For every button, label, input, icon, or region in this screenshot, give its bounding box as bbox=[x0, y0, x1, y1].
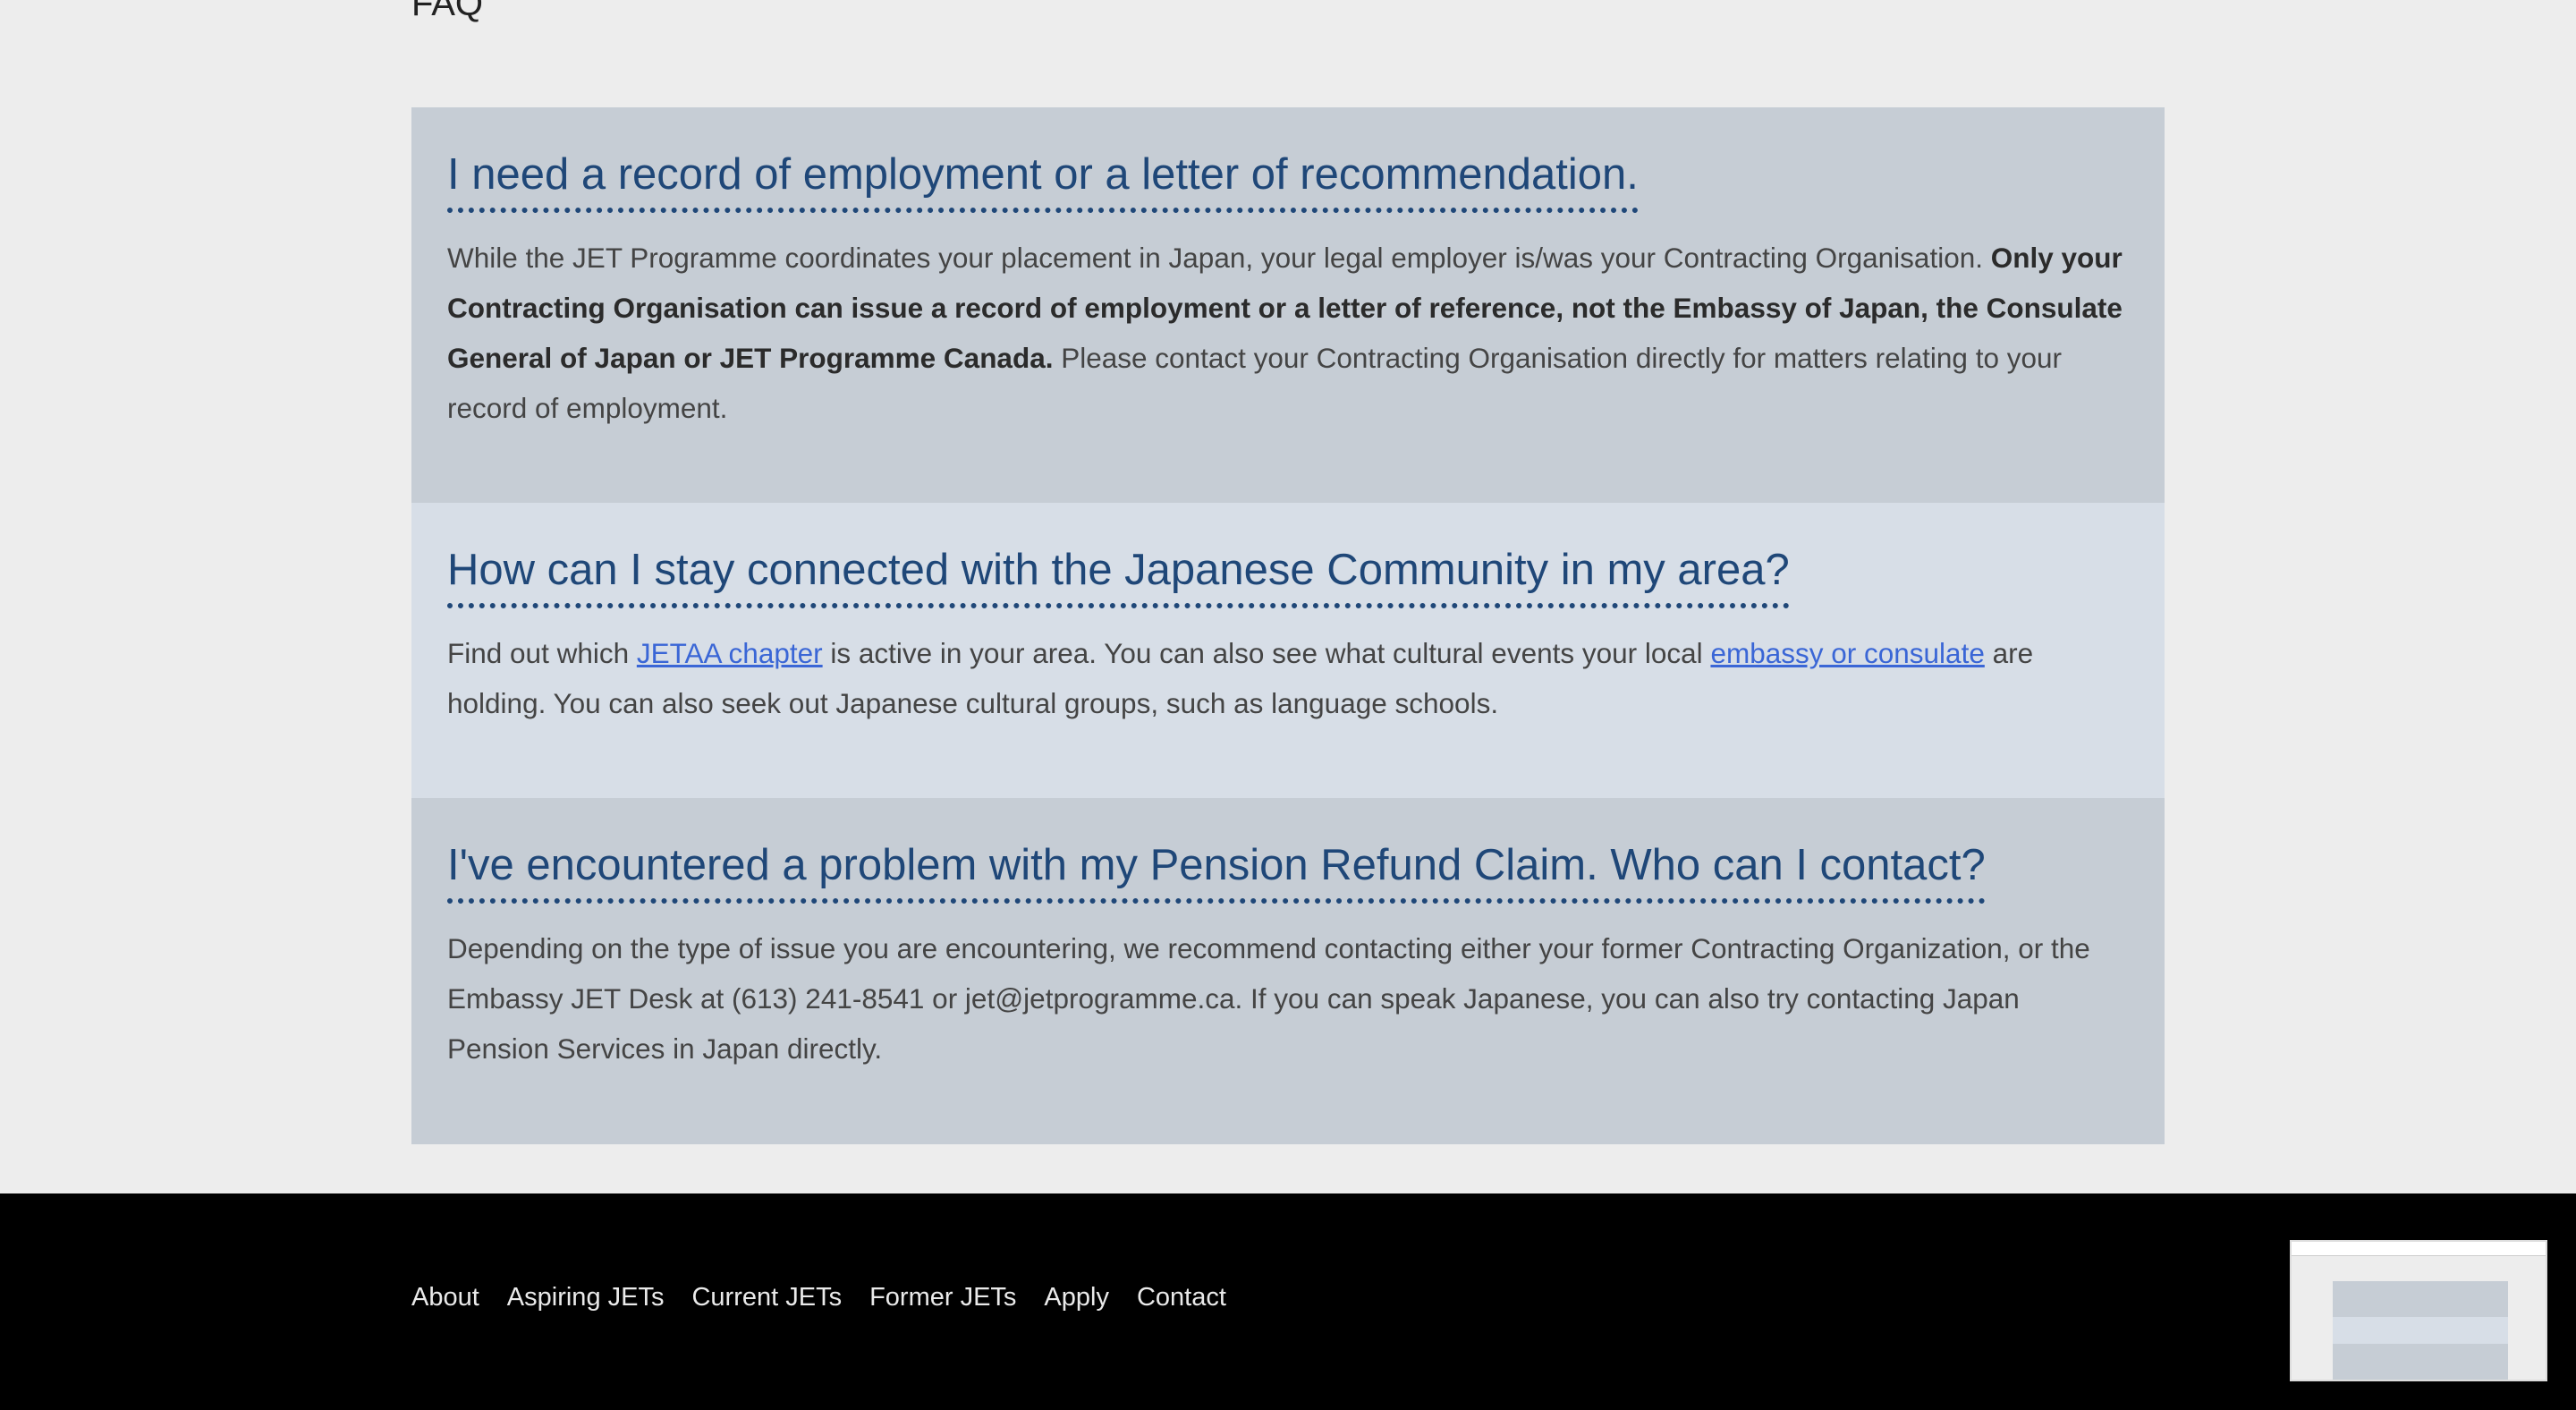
thumbnail-panel bbox=[2333, 1281, 2508, 1317]
page-title-fragment: FAQ bbox=[411, 0, 484, 23]
faq-answer: While the JET Programme coordinates your… bbox=[447, 242, 2123, 424]
footer: About Aspiring JETs Current JETs Former … bbox=[0, 1193, 2576, 1410]
faq-question[interactable]: I've encountered a problem with my Pensi… bbox=[447, 834, 1986, 904]
faq-answer: Depending on the type of issue you are e… bbox=[447, 932, 2090, 1065]
footer-nav: About Aspiring JETs Current JETs Former … bbox=[411, 1283, 1226, 1312]
faq-item-pension-refund: I've encountered a problem with my Pensi… bbox=[411, 798, 2165, 1144]
footer-link-apply[interactable]: Apply bbox=[1044, 1283, 1109, 1312]
footer-link-contact[interactable]: Contact bbox=[1137, 1283, 1226, 1312]
thumbnail-panel bbox=[2333, 1317, 2508, 1344]
faq-list: I need a record of employment or a lette… bbox=[411, 107, 2165, 1144]
footer-link-current-jets[interactable]: Current JETs bbox=[691, 1283, 842, 1312]
page: FAQ I need a record of employment or a l… bbox=[0, 0, 2576, 1410]
faq-item-record-of-employment: I need a record of employment or a lette… bbox=[411, 107, 2165, 503]
thumbnail-panel bbox=[2333, 1344, 2508, 1380]
embassy-consulate-link[interactable]: embassy or consulate bbox=[1710, 637, 1984, 669]
faq-item-japanese-community: How can I stay connected with the Japane… bbox=[411, 503, 2165, 798]
thumbnail-header bbox=[2292, 1242, 2546, 1256]
footer-link-aspiring-jets[interactable]: Aspiring JETs bbox=[507, 1283, 665, 1312]
footer-link-former-jets[interactable]: Former JETs bbox=[869, 1283, 1016, 1312]
faq-question[interactable]: I need a record of employment or a lette… bbox=[447, 143, 1639, 213]
footer-link-about[interactable]: About bbox=[411, 1283, 479, 1312]
faq-question[interactable]: How can I stay connected with the Japane… bbox=[447, 539, 1790, 608]
page-preview-thumbnail[interactable] bbox=[2290, 1240, 2547, 1381]
jetaa-chapter-link[interactable]: JETAA chapter bbox=[637, 637, 823, 669]
faq-answer: Find out which JETAA chapter is active i… bbox=[447, 637, 2034, 719]
